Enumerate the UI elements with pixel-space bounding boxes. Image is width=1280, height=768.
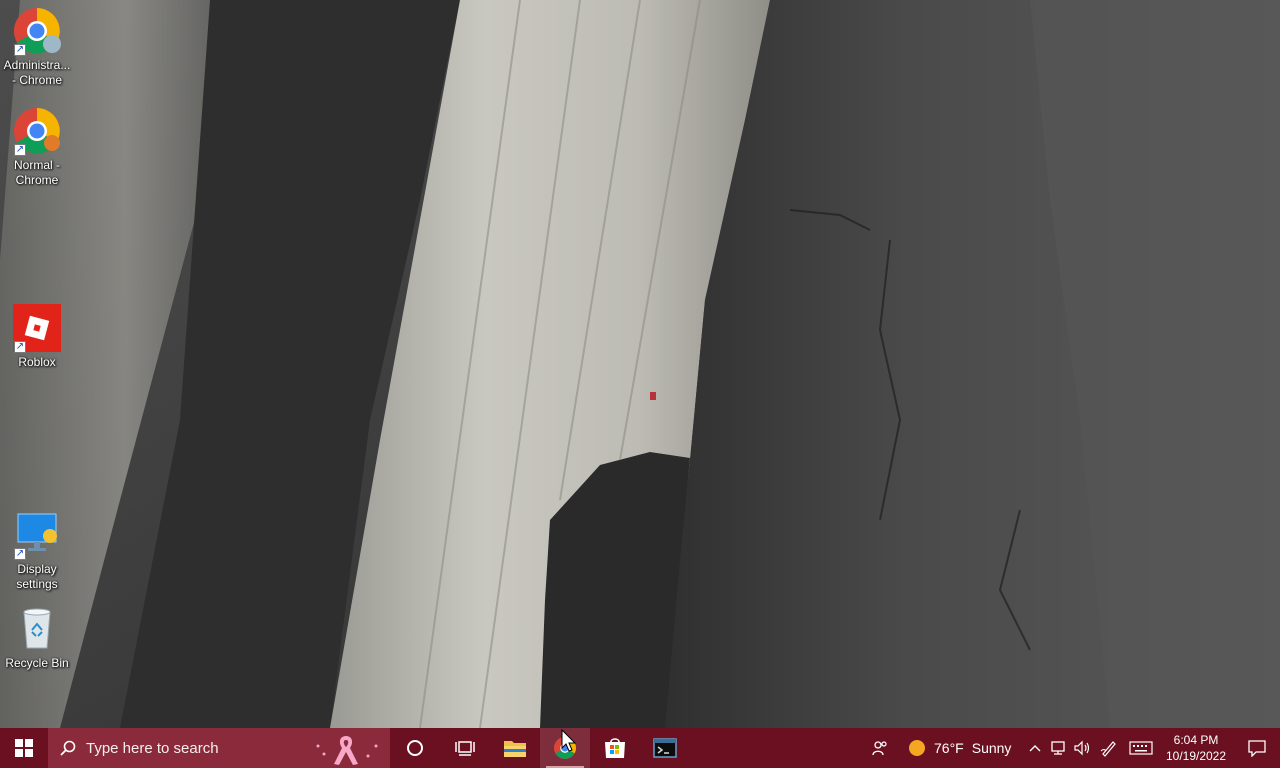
shortcut-arrow-icon: ↗ [14, 548, 26, 560]
desktop-icon-label: Roblox [18, 355, 56, 369]
weather-condition: Sunny [971, 740, 1012, 756]
people-icon [872, 741, 887, 756]
show-hidden-icons-button[interactable] [1024, 728, 1046, 768]
file-explorer-icon [504, 741, 526, 757]
clock-date: 10/19/2022 [1165, 749, 1227, 763]
desktop-icon-label: Administra... - Chrome [3, 58, 71, 87]
clock: 6:04 PM 10/19/2022 [1160, 732, 1232, 764]
roblox-icon: ↗ [12, 303, 62, 353]
volume-button[interactable] [1070, 728, 1094, 768]
desktop-icon-label: Display settings [16, 562, 58, 591]
search-placeholder: Type here to search [86, 739, 219, 757]
desktop-icon-label: Recycle Bin [5, 656, 69, 670]
clock-button[interactable]: 6:04 PM 10/19/2022 [1158, 728, 1234, 768]
taskbar: Type here to search 76°F Sunny 6:04 PM 1… [0, 728, 1280, 768]
cortana-icon [407, 740, 423, 756]
desktop-icon-normal-chrome[interactable]: ↗ Normal - Chrome [2, 106, 72, 188]
microsoft-store-button[interactable] [590, 728, 640, 768]
desktop-wallpaper [0, 0, 1280, 728]
pink-ribbon-icon [316, 736, 378, 765]
file-explorer-button[interactable] [490, 728, 540, 768]
taskbar-search-box[interactable]: Type here to search [48, 728, 390, 768]
recycle-bin-icon [12, 604, 62, 654]
keyboard-icon [1129, 741, 1153, 755]
display-settings-icon: ↗ [12, 510, 62, 560]
search-icon [60, 740, 76, 756]
start-button[interactable] [0, 728, 48, 768]
system-tray: 76°F Sunny 6:04 PM 10/19/2022 [860, 728, 1280, 768]
mouse-cursor-icon [561, 729, 577, 752]
chrome-icon: ↗ [12, 106, 62, 156]
shortcut-arrow-icon: ↗ [14, 44, 26, 56]
desktop-icon-label: Normal - Chrome [13, 158, 60, 187]
terminal-icon [653, 738, 677, 758]
sun-icon [909, 740, 925, 756]
microsoft-store-icon [605, 738, 625, 758]
desktop-icon-admin-chrome[interactable]: ↗ Administra... - Chrome [2, 6, 72, 88]
chrome-icon: ↗ [12, 6, 62, 56]
shortcut-arrow-icon: ↗ [14, 341, 26, 353]
task-view-icon [455, 741, 475, 756]
people-button[interactable] [860, 728, 900, 768]
pen-icon [1100, 741, 1116, 757]
network-icon [1051, 741, 1065, 755]
desktop-icon-recycle-bin[interactable]: Recycle Bin [2, 604, 72, 671]
terminal-button[interactable] [640, 728, 690, 768]
chevron-up-icon [1029, 745, 1041, 752]
action-center-button[interactable] [1234, 728, 1280, 768]
pen-workspace-button[interactable] [1094, 728, 1124, 768]
volume-icon [1074, 740, 1090, 756]
touch-keyboard-button[interactable] [1124, 728, 1158, 768]
desktop-icon-roblox[interactable]: ↗ Roblox [2, 303, 72, 370]
weather-temperature: 76°F [934, 740, 964, 756]
notification-icon [1248, 740, 1266, 757]
task-view-button[interactable] [440, 728, 490, 768]
shortcut-arrow-icon: ↗ [14, 144, 26, 156]
cortana-button[interactable] [390, 728, 440, 768]
network-button[interactable] [1046, 728, 1070, 768]
desktop-icon-display-settings[interactable]: ↗ Display settings [2, 510, 72, 592]
windows-logo-icon [15, 739, 33, 757]
weather-widget[interactable]: 76°F Sunny [900, 728, 1024, 768]
clock-time: 6:04 PM [1173, 733, 1219, 747]
